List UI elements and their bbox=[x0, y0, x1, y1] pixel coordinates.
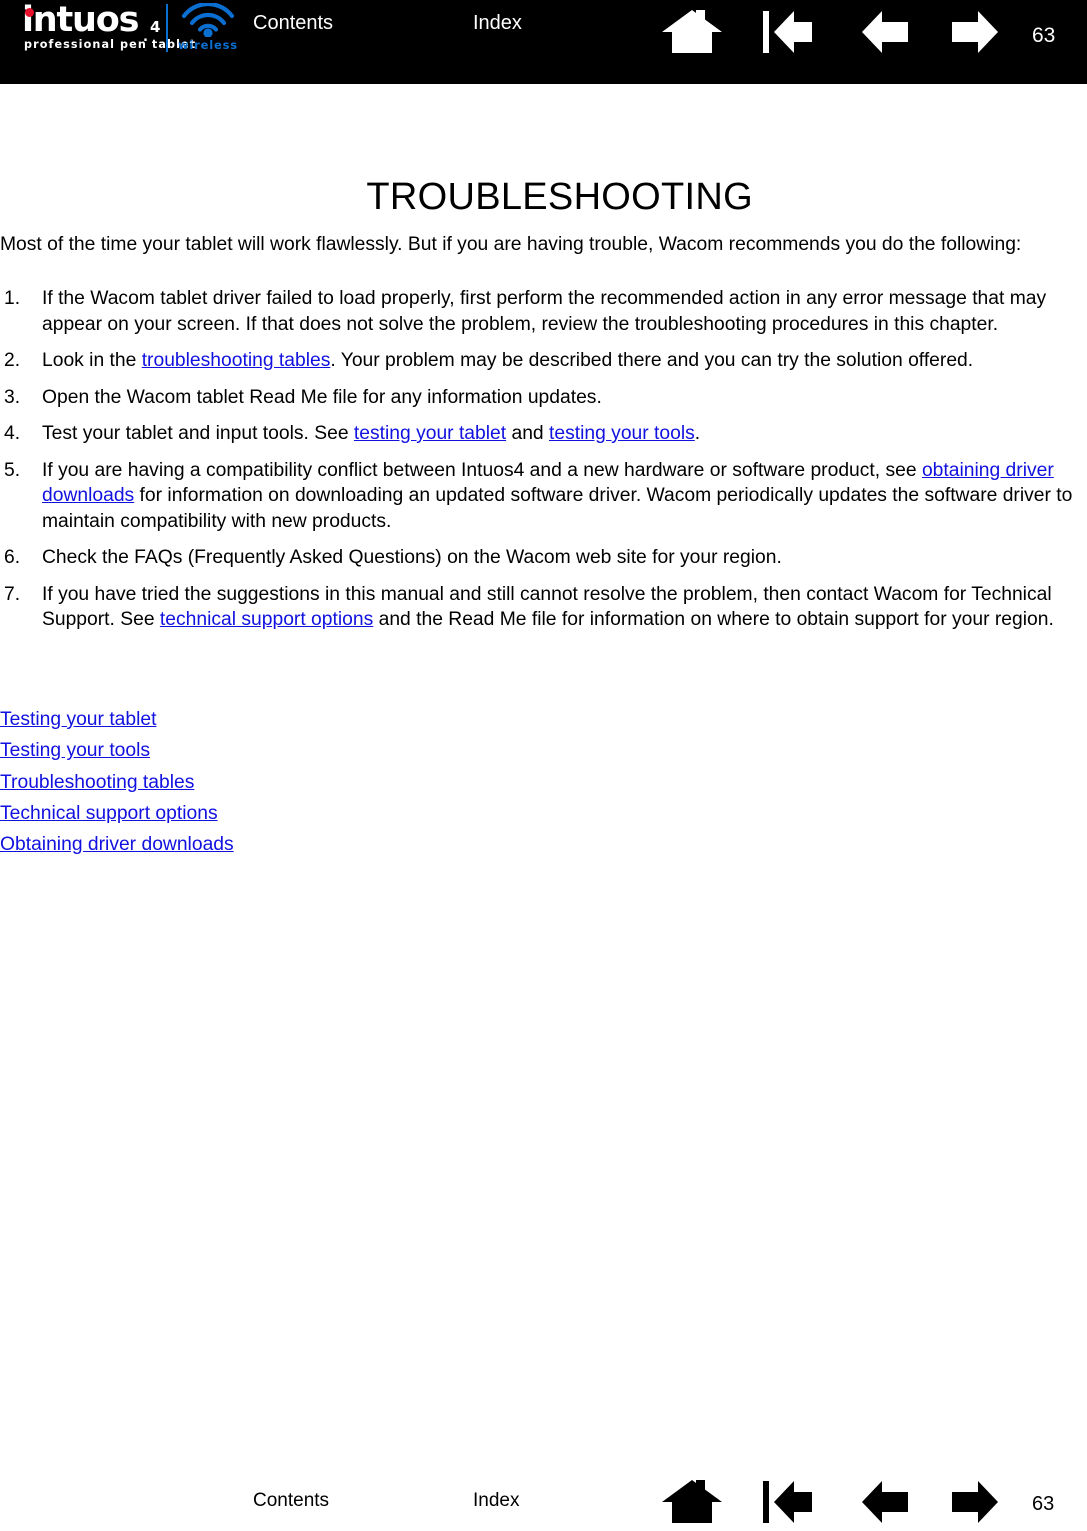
inline-doc-link[interactable]: technical support options bbox=[160, 609, 373, 630]
inline-doc-link[interactable]: testing your tablet bbox=[354, 423, 506, 444]
footer-page-number: 63 bbox=[1032, 1493, 1055, 1515]
section-links-list: Testing your tablet Testing your tools Tro… bbox=[0, 704, 500, 860]
previous-page-icon[interactable] bbox=[860, 1478, 910, 1531]
home-icon[interactable] bbox=[660, 8, 724, 61]
page-title: TROUBLESHOOTING bbox=[366, 176, 753, 218]
troubleshooting-step: 7. If you have tried the suggestions in t… bbox=[0, 582, 1080, 633]
inline-doc-link[interactable]: troubleshooting tables bbox=[142, 350, 331, 371]
step-text: . Your problem may be described there an… bbox=[330, 350, 974, 371]
section-link[interactable]: Technical support options bbox=[0, 803, 218, 824]
step-text: and bbox=[506, 423, 550, 444]
first-page-icon[interactable] bbox=[762, 8, 814, 61]
next-page-icon[interactable] bbox=[950, 8, 1000, 61]
header-page-number: 63 bbox=[1032, 24, 1056, 47]
step-number: 5. bbox=[4, 459, 21, 481]
step-text: . bbox=[694, 423, 701, 444]
step-text: Check the FAQs (Frequently Asked Questio… bbox=[42, 547, 782, 568]
inline-doc-link[interactable]: testing your tools bbox=[549, 423, 695, 444]
intro-paragraph: Most of the time your tablet will work f… bbox=[0, 234, 1022, 255]
intuos-logo: intuos . 4 professional pen tablet bbox=[22, 0, 195, 54]
section-link-row: Testing your tools bbox=[0, 735, 500, 766]
header-nav-icons bbox=[660, 8, 1020, 56]
troubleshooting-step: 3. Open the Wacom tablet Read Me file for… bbox=[0, 385, 1080, 411]
troubleshooting-step: 6. Check the FAQs (Frequently Asked Quest… bbox=[0, 545, 1080, 571]
footer-index-link[interactable]: Index bbox=[473, 1491, 519, 1511]
step-number: 7. bbox=[4, 583, 21, 605]
troubleshooting-step: 4. Test your tablet and input tools. See … bbox=[0, 421, 1080, 447]
step-number: 1. bbox=[4, 288, 21, 309]
troubleshooting-step: 1. If the Wacom tablet driver failed to l… bbox=[0, 286, 1080, 337]
header-index-link[interactable]: Index bbox=[473, 13, 522, 33]
troubleshooting-step: 5. If you are having a compatibility conf… bbox=[0, 458, 1080, 535]
section-link-row: Technical support options bbox=[0, 798, 500, 829]
previous-page-icon[interactable] bbox=[860, 8, 910, 61]
step-number: 6. bbox=[4, 547, 21, 568]
next-page-icon[interactable] bbox=[950, 1478, 1000, 1531]
logo-model-number: 4 bbox=[150, 18, 161, 36]
logo-divider bbox=[166, 4, 168, 52]
logo-tagline: professional pen tablet bbox=[24, 38, 197, 51]
logo-red-dot-icon bbox=[25, 8, 34, 17]
section-link[interactable]: Troubleshooting tables bbox=[0, 772, 194, 793]
step-text: Open the Wacom tablet Read Me file for a… bbox=[42, 386, 602, 408]
home-icon[interactable] bbox=[660, 1478, 724, 1531]
step-number: 3. bbox=[4, 386, 21, 408]
step-number: 2. bbox=[4, 350, 21, 371]
first-page-icon[interactable] bbox=[762, 1478, 814, 1531]
footer-contents-link[interactable]: Contents bbox=[253, 1491, 329, 1511]
step-text: and the Read Me file for information on … bbox=[373, 609, 1054, 630]
wireless-signal-icon bbox=[178, 1, 246, 42]
section-link-row: Obtaining driver downloads bbox=[0, 829, 500, 860]
troubleshooting-step: 2. Look in the troubleshooting tables. Yo… bbox=[0, 348, 1080, 374]
step-text: If you are having a compatibility confli… bbox=[42, 459, 922, 481]
step-text: for information on downloading an update… bbox=[42, 485, 1073, 532]
step-text: Look in the bbox=[42, 350, 142, 371]
wireless-label: wireless bbox=[178, 38, 238, 52]
logo-wordmark: intuos bbox=[22, 0, 139, 40]
header-contents-link[interactable]: Contents bbox=[253, 13, 333, 33]
section-link-row: Testing your tablet bbox=[0, 704, 500, 735]
section-link[interactable]: Testing your tools bbox=[0, 740, 150, 761]
step-text: If the Wacom tablet driver failed to loa… bbox=[42, 288, 1047, 335]
section-link[interactable]: Obtaining driver downloads bbox=[0, 834, 234, 855]
header-bar: intuos . 4 professional pen tablet wirel… bbox=[0, 0, 1087, 84]
step-number: 4. bbox=[4, 423, 21, 444]
step-text: Test your tablet and input tools. See bbox=[42, 423, 354, 444]
section-link-row: Troubleshooting tables bbox=[0, 767, 500, 798]
troubleshooting-steps-list: 1. If the Wacom tablet driver failed to l… bbox=[0, 286, 1080, 644]
wireless-badge: wireless bbox=[176, 1, 248, 55]
footer-nav-icons bbox=[660, 1478, 1020, 1526]
section-link[interactable]: Testing your tablet bbox=[0, 709, 156, 730]
